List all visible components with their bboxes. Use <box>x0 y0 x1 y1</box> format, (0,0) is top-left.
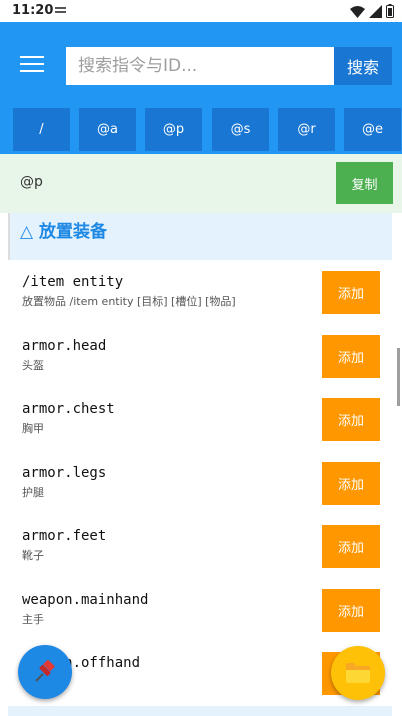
list-item: /item entity 放置物品 /item entity [目标] [槽位]… <box>8 262 392 325</box>
item-desc: 护腿 <box>22 486 44 499</box>
list-item: armor.legs 护腿 添加 <box>8 453 392 516</box>
item-name: armor.legs <box>22 465 107 481</box>
add-button[interactable]: 添加 <box>322 271 380 314</box>
chip-at-e[interactable]: @e <box>344 108 401 151</box>
status-icons <box>350 4 394 18</box>
list-item: armor.chest 胸甲 添加 <box>8 389 392 452</box>
item-desc: 放置物品 /item entity [目标] [槽位] [物品] <box>22 295 236 308</box>
list-item: armor.feet 靴子 添加 <box>8 516 392 579</box>
chip-at-p[interactable]: @p <box>145 108 202 151</box>
chip-at-r[interactable]: @r <box>278 108 335 151</box>
list-item: armor.head 头盔 添加 <box>8 326 392 389</box>
hamburger-icon-line <box>20 63 44 65</box>
menu-button[interactable] <box>14 46 50 82</box>
list-item: weapon.mainhand 主手 添加 <box>8 580 392 643</box>
item-desc: 头盔 <box>22 359 44 372</box>
hamburger-icon-line <box>20 70 44 72</box>
item-desc: 主手 <box>22 613 44 626</box>
battery-icon <box>386 4 394 18</box>
chip-at-s[interactable]: @s <box>212 108 269 151</box>
command-preview: @p 复制 <box>0 154 402 213</box>
pin-button[interactable] <box>18 645 72 699</box>
hamburger-icon <box>20 56 44 58</box>
section-title: △ 放置装备 <box>20 222 107 242</box>
app-bar: 搜索 / @a @p @s @r @e <box>0 22 402 154</box>
folder-button[interactable] <box>331 646 385 700</box>
item-name: armor.head <box>22 338 107 354</box>
item-desc: 靴子 <box>22 549 44 562</box>
chip-slash[interactable]: / <box>13 108 70 151</box>
add-button[interactable]: 添加 <box>322 525 380 568</box>
item-name: armor.feet <box>22 528 107 544</box>
add-button[interactable]: 添加 <box>322 335 380 378</box>
item-desc: 胸甲 <box>22 422 44 435</box>
item-name: weapon.mainhand <box>22 592 149 608</box>
notification-icon <box>55 7 66 13</box>
scrollbar-thumb[interactable] <box>397 348 400 406</box>
selector-chips: / @a @p @s @r @e <box>13 108 402 151</box>
pushpin-icon <box>35 659 55 682</box>
search-input[interactable] <box>66 47 334 85</box>
wifi-icon <box>350 5 365 18</box>
status-time: 11:20 <box>12 3 54 18</box>
signal-icon <box>369 4 382 18</box>
section-header[interactable]: △ 放置装备 <box>8 213 392 260</box>
chip-at-a[interactable]: @a <box>79 108 136 151</box>
search-button[interactable]: 搜索 <box>334 47 392 85</box>
add-button[interactable]: 添加 <box>322 462 380 505</box>
next-section-header[interactable] <box>8 706 392 716</box>
add-button[interactable]: 添加 <box>322 398 380 441</box>
status-bar: 11:20 <box>0 0 402 22</box>
copy-button[interactable]: 复制 <box>336 162 393 204</box>
command-preview-text: @p <box>20 174 43 190</box>
add-button[interactable]: 添加 <box>322 589 380 632</box>
item-name: armor.chest <box>22 401 115 417</box>
folder-icon <box>346 663 370 683</box>
item-name: /item entity <box>22 274 124 290</box>
